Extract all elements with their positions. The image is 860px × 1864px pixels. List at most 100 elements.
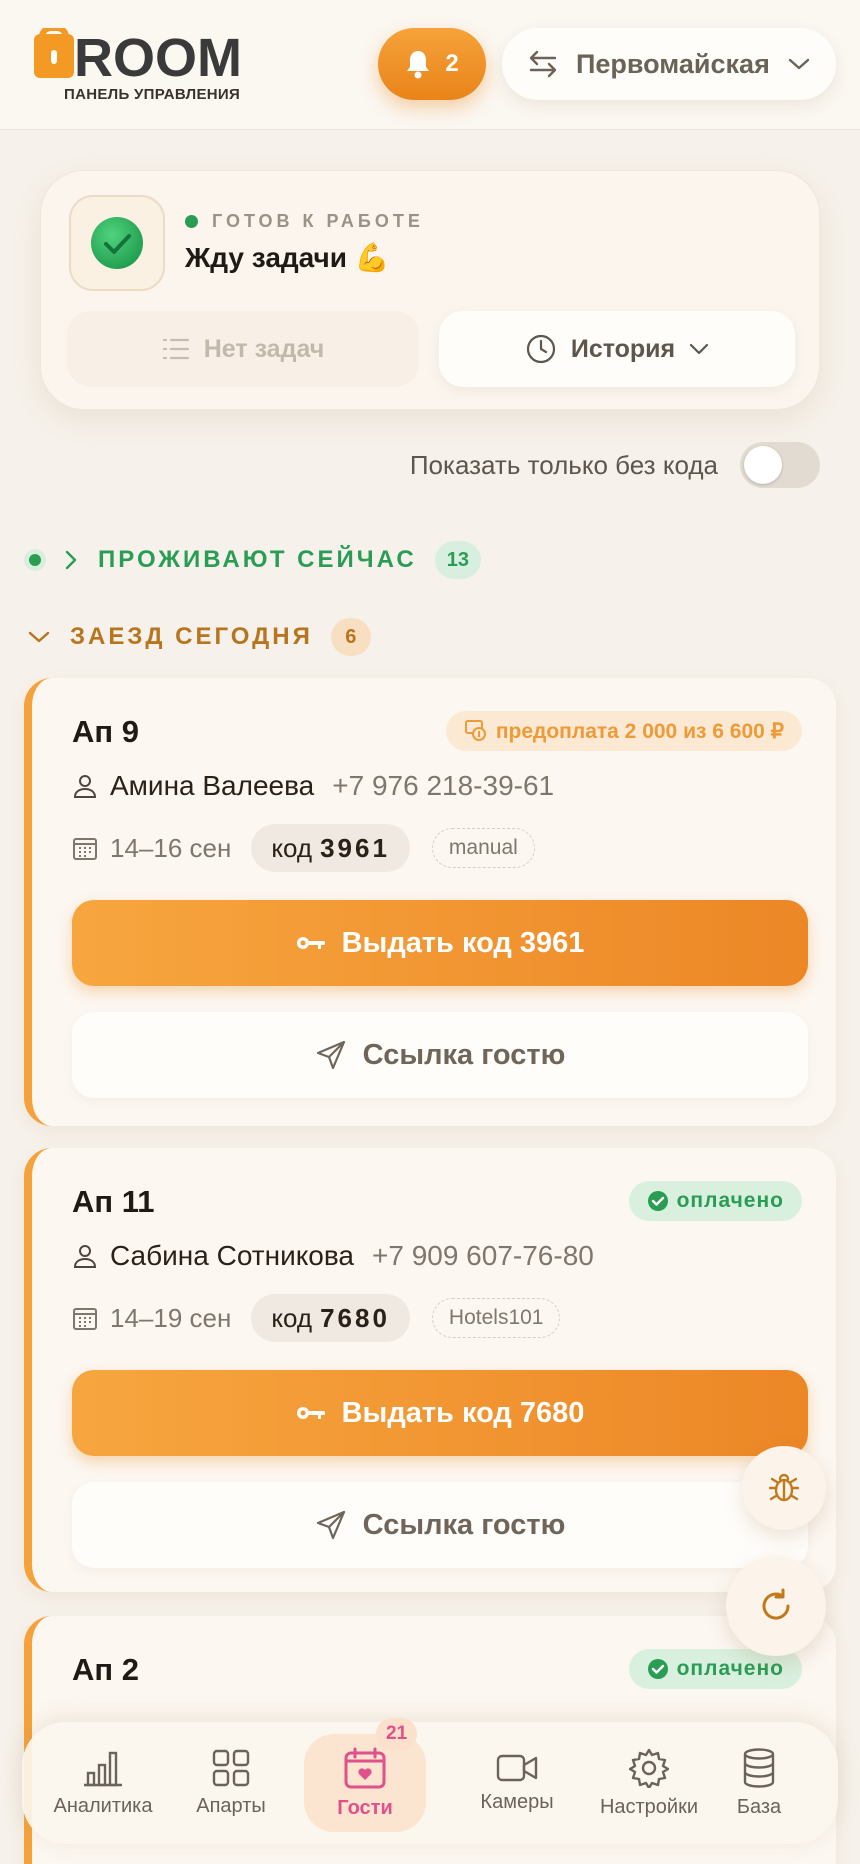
user-icon	[73, 775, 97, 798]
stay-info: 14–16 сен код 3961 manual	[72, 824, 535, 872]
nav-label: Апарты	[196, 1794, 266, 1817]
guest-name: Амина Валеева	[110, 770, 315, 801]
live-dot-icon	[24, 549, 46, 571]
tasks-label: Нет задач	[203, 334, 325, 363]
money-icon	[464, 720, 486, 741]
stay-info: 14–19 сен код 7680 Hotels101	[72, 1294, 561, 1342]
bar-chart-icon	[84, 1751, 122, 1786]
check-circle-icon	[647, 1191, 668, 1211]
calendar-icon	[73, 1308, 97, 1330]
history-label: История	[570, 334, 676, 363]
issue-code-label: Выдать код 3961	[341, 926, 585, 959]
payment-text: оплачено	[676, 1657, 784, 1680]
status-indicator	[69, 195, 165, 291]
notifications-button[interactable]: 2	[378, 28, 486, 100]
section-living-now[interactable]: ПРОЖИВАЮТ СЕЙЧАС 13	[24, 540, 481, 580]
refresh-button[interactable]	[726, 1556, 826, 1656]
payment-badge: предоплата 2 000 из 6 600 ₽	[445, 711, 802, 751]
location-label: Первомайская	[576, 48, 770, 79]
status-line: ГОТОВ К РАБОТЕ	[185, 211, 424, 232]
code-value: 7680	[320, 1302, 390, 1333]
issue-code-button[interactable]: Выдать код 3961	[72, 900, 808, 986]
no-code-filter-label: Показать только без кода	[409, 449, 718, 480]
stay-dates: 14–19 сен	[110, 1302, 232, 1333]
guest-link-label: Ссылка гостю	[362, 1038, 566, 1071]
nav-label: Настройки	[599, 1795, 699, 1818]
nav-cameras[interactable]: Камеры	[452, 1722, 582, 1844]
code-value: 3961	[320, 832, 390, 863]
top-bar: ROOM ПАНЕЛЬ УПРАВЛЕНИЯ 2 Первомайская	[0, 0, 860, 130]
apartment-number: Ап 2	[72, 1652, 139, 1687]
guest-name: Сабина Сотникова	[110, 1240, 354, 1271]
history-button[interactable]: История	[439, 311, 795, 387]
guests-count-badge: 21	[376, 1718, 418, 1750]
location-selector[interactable]: Первомайская	[502, 28, 836, 100]
chevron-down-icon	[690, 343, 709, 355]
stay-dates: 14–16 сен	[110, 832, 232, 863]
logo-lock-icon	[34, 28, 74, 78]
booking-source: Hotels101	[431, 1298, 561, 1338]
chevron-down-icon	[28, 631, 50, 643]
logo[interactable]: ROOM ПАНЕЛЬ УПРАВЛЕНИЯ	[34, 28, 284, 103]
no-code-filter: Показать только без кода	[410, 442, 820, 488]
key-icon	[296, 1407, 325, 1419]
guest-card: Ап 11 оплачено Сабина Сотникова +7 909 6…	[24, 1148, 836, 1592]
status-title: Жду задачи 💪	[185, 242, 390, 273]
notifications-count: 2	[445, 50, 459, 77]
nav-label: Камеры	[480, 1790, 554, 1813]
online-dot	[185, 215, 198, 228]
payment-badge: оплачено	[628, 1181, 802, 1221]
worker-status-card: ГОТОВ К РАБОТЕ Жду задачи 💪 Нет задач Ис…	[40, 170, 820, 410]
calendar-heart-icon	[344, 1747, 386, 1788]
gear-icon	[629, 1748, 669, 1788]
tasks-button[interactable]: Нет задач	[67, 311, 419, 387]
swap-arrows-icon	[529, 50, 557, 78]
video-camera-icon	[496, 1754, 538, 1781]
guest-phone[interactable]: +7 976 218-39-61	[332, 770, 554, 802]
section-title: ЗАЕЗД СЕГОДНЯ	[70, 623, 313, 650]
logo-mark: ROOM	[34, 28, 242, 82]
refresh-icon	[762, 1588, 790, 1620]
code-prefix: код	[271, 1302, 313, 1333]
guest-link-button[interactable]: Ссылка гостю	[72, 1012, 808, 1098]
guest-link-button[interactable]: Ссылка гостю	[72, 1482, 808, 1568]
calendar-icon	[73, 838, 97, 860]
chevron-right-icon	[65, 550, 77, 570]
logo-subtitle: ПАНЕЛЬ УПРАВЛЕНИЯ	[64, 86, 241, 103]
clock-icon	[526, 334, 555, 364]
bug-report-button[interactable]	[742, 1446, 826, 1530]
chevron-down-icon	[788, 58, 810, 70]
issue-code-label: Выдать код 7680	[341, 1396, 585, 1429]
issue-code-button[interactable]: Выдать код 7680	[72, 1370, 808, 1456]
bug-icon	[768, 1473, 800, 1502]
nav-database[interactable]: База	[694, 1722, 824, 1844]
payment-text: предоплата 2 000 из 6 600 ₽	[495, 719, 784, 743]
logo-wordmark: ROOM	[74, 28, 242, 82]
toggle-knob	[744, 446, 782, 484]
nav-label: Аналитика	[53, 1794, 153, 1817]
bottom-navigation: Аналитика Апарты Гости 21 Камеры Настрой…	[22, 1718, 838, 1844]
guest-phone[interactable]: +7 909 607-76-80	[372, 1240, 594, 1272]
code-prefix: код	[271, 832, 313, 863]
status-label: ГОТОВ К РАБОТЕ	[212, 211, 424, 231]
guest-link-label: Ссылка гостю	[362, 1508, 566, 1541]
check-circle-icon	[647, 1659, 668, 1679]
booking-source: manual	[431, 828, 535, 868]
section-count: 6	[330, 618, 371, 656]
database-icon	[743, 1747, 775, 1788]
grid-icon	[212, 1749, 250, 1786]
apartment-number: Ап 9	[72, 714, 139, 749]
bell-icon	[407, 51, 430, 79]
guest-info: Амина Валеева +7 976 218-39-61	[72, 770, 554, 802]
list-icon	[162, 338, 189, 360]
nav-analytics[interactable]: Аналитика	[38, 1722, 168, 1844]
section-count: 13	[434, 541, 481, 579]
no-code-toggle[interactable]	[740, 442, 820, 488]
nav-label: База	[736, 1795, 782, 1818]
user-icon	[73, 1245, 97, 1268]
check-circle-icon	[91, 217, 143, 269]
nav-apartments[interactable]: Апарты	[166, 1722, 296, 1844]
section-title: ПРОЖИВАЮТ СЕЙЧАС	[98, 546, 417, 573]
section-checkin-today[interactable]: ЗАЕЗД СЕГОДНЯ 6	[28, 617, 371, 657]
payment-text: оплачено	[676, 1189, 784, 1212]
